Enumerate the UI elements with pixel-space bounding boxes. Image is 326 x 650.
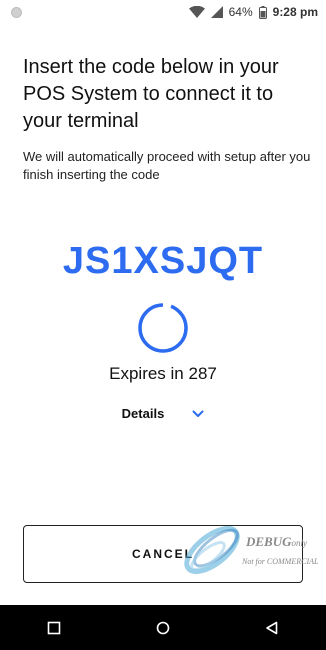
page-title: Insert the code below in your POS System… — [23, 56, 279, 132]
recents-button[interactable] — [34, 608, 74, 648]
battery-icon — [258, 5, 267, 19]
expires-countdown: Expires in 287 — [109, 364, 217, 383]
notification-dot-icon — [11, 6, 22, 18]
loading-spinner-icon — [138, 302, 188, 353]
signal-icon — [210, 6, 223, 18]
connect-terminal-screen: 64% 9:28 pm Insert the code below in you… — [0, 0, 326, 650]
back-triangle-icon — [265, 621, 277, 634]
details-toggle[interactable]: Details — [0, 406, 326, 421]
details-label: Details — [121, 406, 165, 421]
page-subtitle: We will automatically proceed with setup… — [23, 149, 311, 182]
system-nav-bar — [0, 605, 326, 650]
battery-percent: 64% — [228, 5, 253, 19]
status-right: 64% 9:28 pm — [188, 5, 318, 19]
status-bar: 64% 9:28 pm — [0, 0, 326, 24]
recents-square-icon — [48, 621, 61, 634]
pairing-code: JS1XSJQT — [62, 240, 264, 282]
chevron-down-icon — [192, 410, 204, 418]
home-button[interactable] — [143, 608, 183, 648]
cancel-button[interactable]: CANCEL — [23, 525, 303, 583]
back-button[interactable] — [252, 608, 292, 648]
status-left — [11, 6, 22, 18]
wifi-icon — [188, 6, 205, 18]
home-circle-icon — [156, 621, 170, 634]
status-time: 9:28 pm — [272, 5, 318, 19]
